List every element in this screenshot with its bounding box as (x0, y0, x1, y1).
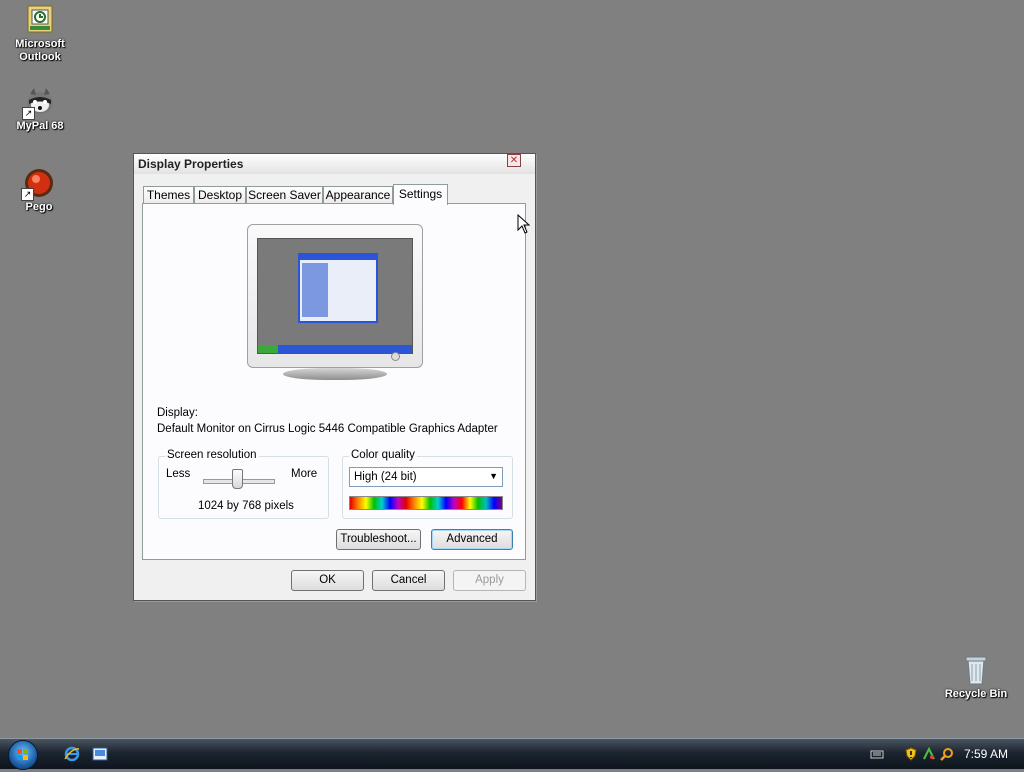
color-quality-value: High (24 bit) (354, 471, 417, 483)
show-desktop-icon[interactable] (92, 746, 108, 762)
preview-window (298, 253, 378, 323)
shortcut-arrow-icon: ↗ (22, 107, 35, 120)
desktop-icon-label: Recycle Bin (944, 688, 1008, 700)
outlook-icon (24, 4, 56, 36)
resolution-value: 1024 by 768 pixels (198, 500, 294, 512)
troubleshoot-button[interactable]: Troubleshoot... (336, 529, 421, 550)
cancel-button[interactable]: Cancel (372, 570, 445, 591)
close-icon: ✕ (509, 155, 519, 166)
pego-icon: ↗ (21, 167, 55, 201)
display-label: Display: (157, 407, 198, 419)
slider-more-label: More (291, 468, 318, 480)
monitor-stand (283, 368, 387, 380)
monitor-screen (257, 238, 413, 354)
taskbar-clock[interactable]: 7:59 AM (964, 747, 1008, 761)
shortcut-arrow-icon: ↗ (21, 188, 34, 201)
display-properties-dialog: Display Properties ✕ Themes Desktop Scre… (133, 153, 536, 601)
dialog-title: Display Properties (138, 157, 244, 171)
tab-themes[interactable]: Themes (143, 186, 194, 203)
windows-logo-icon (17, 749, 28, 760)
security-shield-icon[interactable] (904, 747, 918, 761)
dialog-titlebar[interactable]: Display Properties ✕ (134, 154, 535, 174)
desktop-icon-label: Microsoft Outlook (15, 38, 65, 63)
tab-screen-saver[interactable]: Screen Saver (246, 186, 323, 203)
close-button[interactable]: ✕ (507, 154, 521, 167)
desktop-icon-label: MyPal 68 (16, 120, 64, 132)
tab-settings[interactable]: Settings (393, 184, 448, 205)
recycle-bin-icon (960, 654, 992, 686)
color-quality-select[interactable]: High (24 bit) ▼ (349, 467, 503, 487)
color-quality-group: Color quality High (24 bit) ▼ (342, 449, 513, 519)
color-quality-legend: Color quality (349, 449, 417, 461)
taskbar: 7:59 AM (0, 738, 1024, 770)
desktop-icon-mypal[interactable]: ↗ MyPal 68 (0, 86, 80, 133)
desktop-icon-pego[interactable]: ↗ Pego (0, 167, 79, 214)
monitor-preview (247, 224, 423, 368)
tab-desktop[interactable]: Desktop (194, 186, 246, 203)
tab-appearance[interactable]: Appearance (323, 186, 393, 203)
start-button[interactable] (8, 740, 38, 770)
resolution-slider-thumb[interactable] (232, 469, 243, 489)
apply-button[interactable]: Apply (453, 570, 526, 591)
search-icon[interactable] (940, 747, 954, 761)
screen-resolution-group: Screen resolution Less More 1024 by 768 … (158, 449, 329, 519)
screen-resolution-legend: Screen resolution (165, 449, 259, 461)
slider-less-label: Less (166, 468, 191, 480)
preview-taskbar (258, 345, 412, 353)
ok-button[interactable]: OK (291, 570, 364, 591)
advanced-button[interactable]: Advanced (431, 529, 513, 550)
settings-panel: Display: Default Monitor on Cirrus Logic… (142, 203, 526, 560)
raccoon-icon: ↗ (22, 86, 56, 120)
display-value: Default Monitor on Cirrus Logic 5446 Com… (157, 423, 498, 435)
monitor-power-button (391, 352, 400, 361)
internet-explorer-icon[interactable] (64, 746, 80, 762)
keyboard-icon[interactable] (870, 747, 884, 761)
dropdown-arrow-icon: ▼ (489, 471, 498, 481)
desktop-icon-outlook[interactable]: Microsoft Outlook (0, 4, 80, 64)
color-spectrum-bar (349, 496, 503, 510)
desktop-icon-label: Pego (25, 201, 53, 213)
network-icon[interactable] (922, 746, 936, 761)
mouse-cursor-icon (517, 213, 531, 234)
desktop-icon-recycle-bin[interactable]: Recycle Bin (936, 654, 1016, 701)
